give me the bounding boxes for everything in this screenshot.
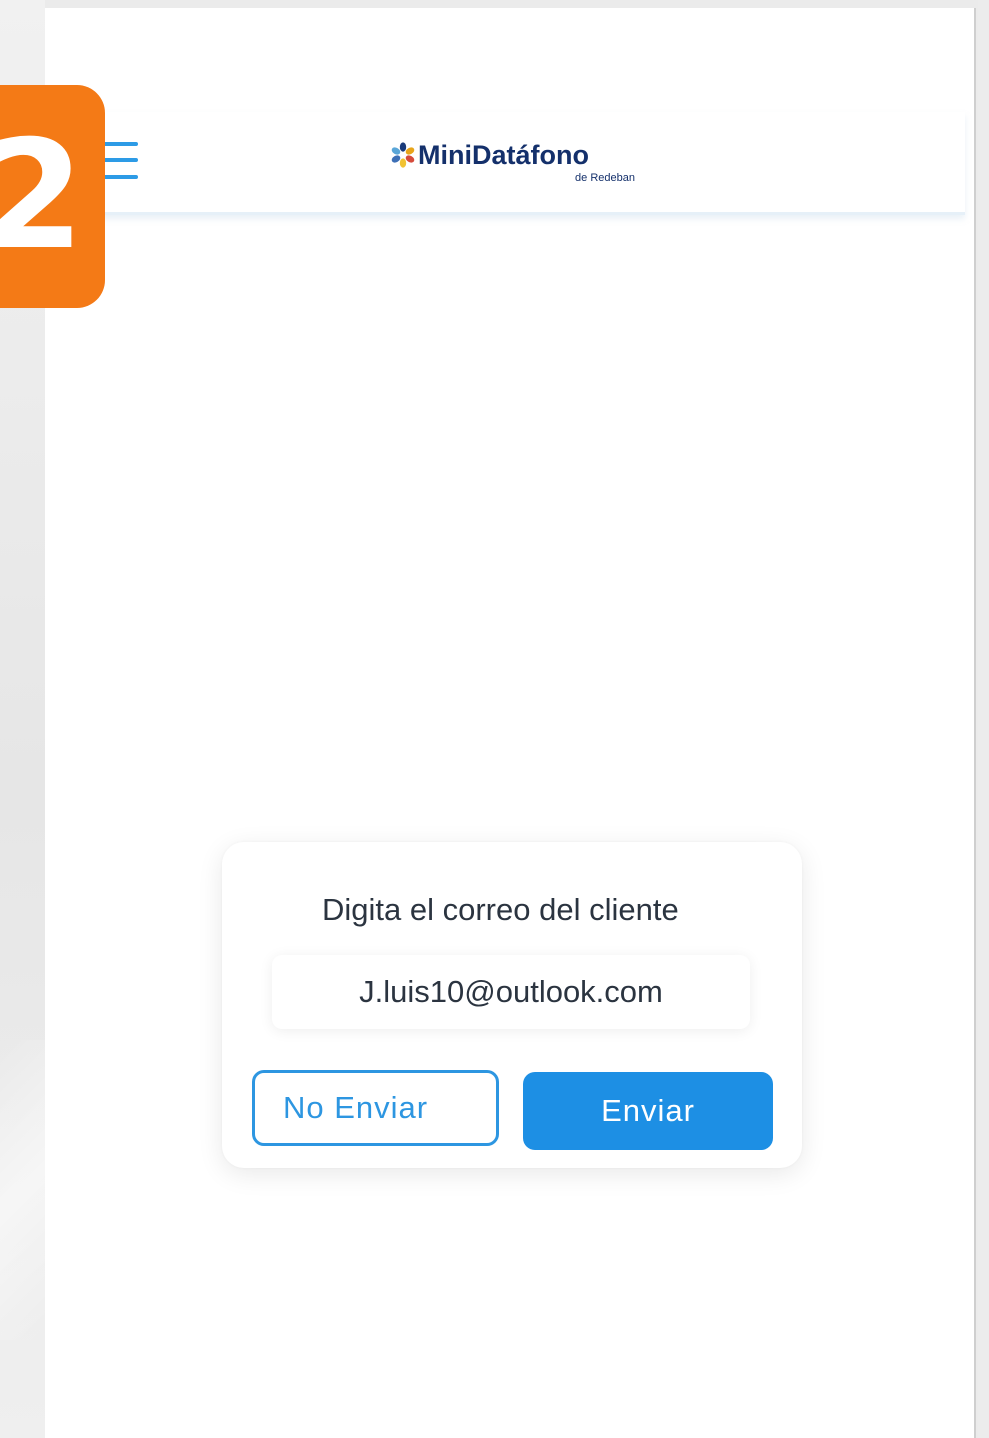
app-logo: MiniDatáfono de Redeban — [390, 138, 640, 190]
app-screen — [45, 8, 976, 1438]
step-number: 2 — [0, 109, 85, 283]
right-background — [978, 0, 989, 1438]
email-field[interactable]: J.luis10@outlook.com — [272, 955, 750, 1029]
no-send-button[interactable]: No Enviar — [252, 1070, 499, 1146]
send-button[interactable]: Enviar — [523, 1072, 773, 1150]
dialog-title: Digita el correo del cliente — [322, 892, 679, 927]
step-badge: 2 — [0, 85, 105, 308]
logo-name: MiniDatáfono — [418, 140, 589, 170]
logo-subtitle: de Redeban — [575, 172, 635, 184]
logo-mark-icon — [391, 142, 415, 168]
